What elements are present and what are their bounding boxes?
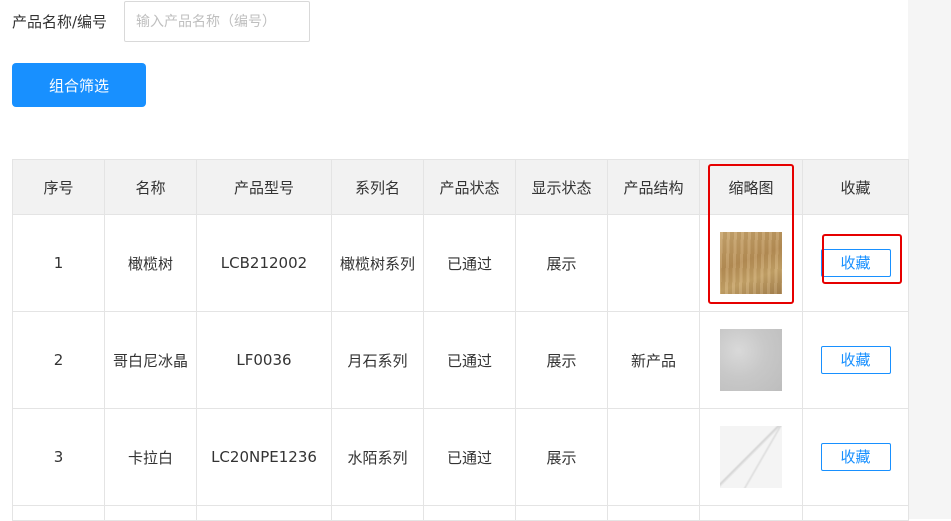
table-row: 1 橄榄树 LCB212002 橄榄树系列 已通过 展示 收藏 — [12, 214, 909, 312]
cell-structure — [607, 214, 700, 312]
cell-display: 展示 — [515, 408, 608, 506]
cell-thumbnail — [699, 311, 803, 409]
header-index: 序号 — [12, 159, 105, 215]
cell-status: 已通过 — [423, 214, 516, 312]
cell-series: 月石系列 — [331, 311, 424, 409]
table-header-row: 序号 名称 产品型号 系列名 产品状态 显示状态 产品结构 缩略图 收藏 — [12, 159, 909, 215]
product-name-label: 产品名称/编号 — [12, 13, 108, 31]
cell-structure: 新产品 — [607, 311, 700, 409]
cell-display: 展示 — [515, 311, 608, 409]
cell-display: 展示 — [515, 214, 608, 312]
cell-name: 橄榄树 — [104, 214, 197, 312]
cell-index: 2 — [12, 311, 105, 409]
header-model: 产品型号 — [196, 159, 332, 215]
combined-filter-button[interactable]: 组合筛选 — [12, 63, 146, 107]
cell-series: 橄榄树系列 — [331, 214, 424, 312]
cell-status: 已通过 — [423, 408, 516, 506]
header-thumbnail: 缩略图 — [699, 159, 803, 215]
cell-thumbnail — [699, 214, 803, 312]
cell-favorite: 收藏 — [802, 408, 909, 506]
table-row-partial — [12, 505, 909, 521]
page-gutter — [908, 0, 951, 519]
favorite-button[interactable]: 收藏 — [820, 346, 891, 374]
cell-name: 卡拉白 — [104, 408, 197, 506]
header-name: 名称 — [104, 159, 197, 215]
cell-model: LF0036 — [196, 311, 332, 409]
cell-favorite: 收藏 — [802, 214, 909, 312]
favorite-button[interactable]: 收藏 — [820, 249, 891, 277]
product-table: 序号 名称 产品型号 系列名 产品状态 显示状态 产品结构 缩略图 收藏 1 橄… — [12, 159, 909, 521]
cell-series: 水陌系列 — [331, 408, 424, 506]
white-marble-thumbnail[interactable] — [720, 426, 782, 488]
cell-model: LCB212002 — [196, 214, 332, 312]
cell-index: 1 — [12, 214, 105, 312]
cell-favorite: 收藏 — [802, 311, 909, 409]
cell-name: 哥白尼冰晶 — [104, 311, 197, 409]
gray-stone-thumbnail[interactable] — [720, 329, 782, 391]
header-structure: 产品结构 — [607, 159, 700, 215]
header-display-status: 显示状态 — [515, 159, 608, 215]
favorite-button[interactable]: 收藏 — [820, 443, 891, 471]
table-row: 3 卡拉白 LC20NPE1236 水陌系列 已通过 展示 收藏 — [12, 408, 909, 506]
cell-index: 3 — [12, 408, 105, 506]
wood-texture-thumbnail[interactable] — [720, 232, 782, 294]
cell-structure — [607, 408, 700, 506]
header-series: 系列名 — [331, 159, 424, 215]
product-search-input[interactable] — [124, 1, 310, 42]
table-row: 2 哥白尼冰晶 LF0036 月石系列 已通过 展示 新产品 收藏 — [12, 311, 909, 409]
header-favorite: 收藏 — [802, 159, 909, 215]
header-product-status: 产品状态 — [423, 159, 516, 215]
cell-model: LC20NPE1236 — [196, 408, 332, 506]
cell-thumbnail — [699, 408, 803, 506]
cell-status: 已通过 — [423, 311, 516, 409]
